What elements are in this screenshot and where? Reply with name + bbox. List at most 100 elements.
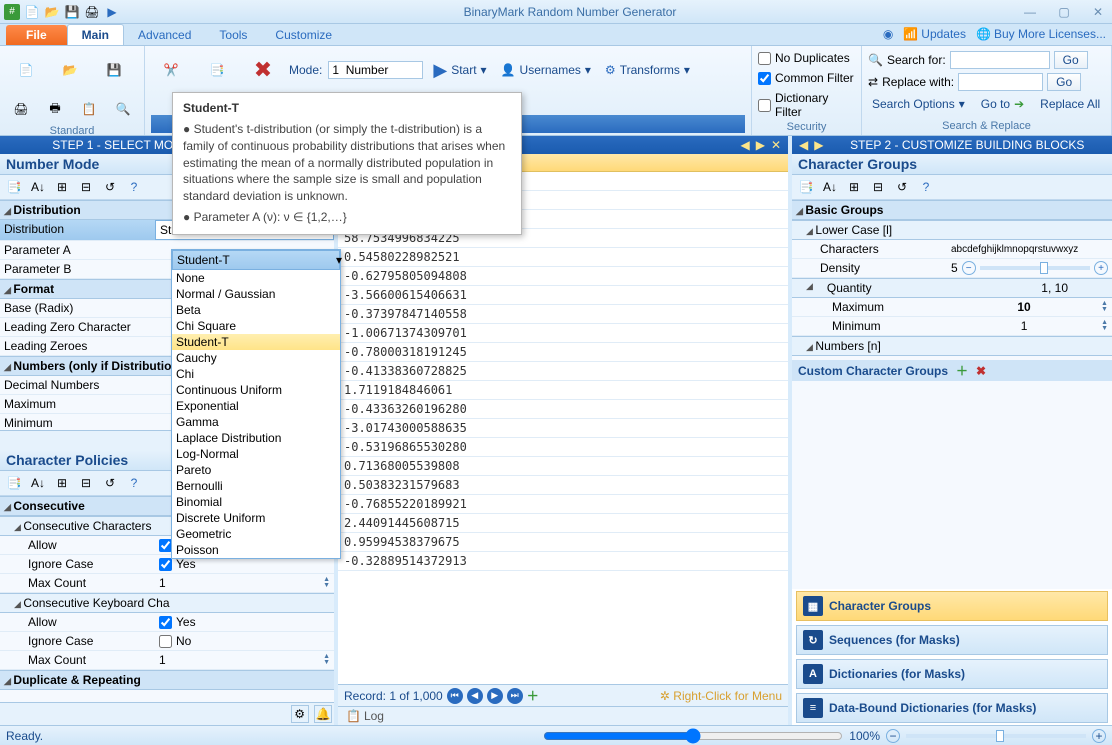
row-max2[interactable]: Max Count1▲▼ bbox=[0, 651, 334, 670]
cat-duplicate[interactable]: Duplicate & Repeating bbox=[0, 670, 334, 690]
dropdown-option[interactable]: Poisson bbox=[172, 542, 340, 558]
dropdown-option[interactable]: Pareto bbox=[172, 462, 340, 478]
prev-record-icon[interactable]: ◀ bbox=[467, 688, 483, 704]
qat-open-icon[interactable]: 📂 bbox=[44, 4, 60, 20]
cat-lower-case[interactable]: Lower Case [l] bbox=[792, 220, 1112, 240]
replace-all-button[interactable]: Replace All bbox=[1036, 95, 1104, 113]
dropdown-option[interactable]: Binomial bbox=[172, 494, 340, 510]
log-tab[interactable]: 📋 Log bbox=[338, 706, 788, 725]
no-duplicates-checkbox[interactable]: No Duplicates bbox=[758, 50, 850, 66]
updates-link[interactable]: 📶Updates bbox=[903, 27, 966, 41]
result-row[interactable]: -0.41338360728825 bbox=[338, 362, 788, 381]
plus-icon[interactable]: + bbox=[1094, 261, 1108, 275]
tool-reset-icon[interactable]: ↺ bbox=[892, 177, 912, 197]
preview-icon[interactable]: 🖶 bbox=[40, 94, 70, 124]
dropdown-option[interactable]: None bbox=[172, 270, 340, 286]
new-icon[interactable]: 📄 bbox=[6, 50, 46, 90]
dropdown-option[interactable]: Cauchy bbox=[172, 350, 340, 366]
help-icon[interactable]: ◉ bbox=[883, 27, 893, 41]
dropdown-input[interactable] bbox=[177, 253, 332, 267]
maximize-icon[interactable]: ▢ bbox=[1054, 5, 1074, 19]
row-ignore2[interactable]: Ignore Case No bbox=[0, 632, 334, 651]
dropdown-option[interactable]: Bernoulli bbox=[172, 478, 340, 494]
delete-icon[interactable]: ✖ bbox=[243, 50, 283, 90]
next-icon[interactable]: ▶ bbox=[811, 138, 826, 152]
first-icon[interactable]: ⏮ bbox=[447, 688, 463, 704]
tool-reset-icon[interactable]: ↺ bbox=[100, 177, 120, 197]
search-options-button[interactable]: Search Options ▾ bbox=[868, 95, 969, 113]
print-icon[interactable]: 🖨 bbox=[6, 94, 36, 124]
qat-save-icon[interactable]: 💾 bbox=[64, 4, 80, 20]
result-row[interactable]: -0.78000318191245 bbox=[338, 343, 788, 362]
tool-help-icon[interactable]: ? bbox=[124, 473, 144, 493]
tool-expand-icon[interactable]: ⊞ bbox=[52, 473, 72, 493]
transforms-button[interactable]: ⚙Transforms ▾ bbox=[601, 61, 694, 79]
open-icon[interactable]: 📂 bbox=[50, 50, 90, 90]
tool-cat-icon[interactable]: 📑 bbox=[796, 177, 816, 197]
mode-select[interactable] bbox=[328, 61, 423, 79]
results-list[interactable]: 0.09176991137131-3.20775970423767-0.8410… bbox=[338, 172, 788, 684]
qat-play-icon[interactable]: ▶ bbox=[104, 4, 120, 20]
tool-collapse-icon[interactable]: ⊟ bbox=[868, 177, 888, 197]
tab-main[interactable]: Main bbox=[67, 24, 124, 45]
row-max1[interactable]: Max Count1▲▼ bbox=[0, 574, 334, 593]
tool-sort-icon[interactable]: A↓ bbox=[28, 473, 48, 493]
section-data-bound[interactable]: ≡Data-Bound Dictionaries (for Masks) bbox=[796, 693, 1108, 723]
bell-icon[interactable]: 🔔 bbox=[314, 705, 332, 723]
result-row[interactable]: 1.7119184846061 bbox=[338, 381, 788, 400]
tool-collapse-icon[interactable]: ⊟ bbox=[76, 177, 96, 197]
add-icon[interactable]: ＋ bbox=[956, 362, 968, 379]
dropdown-option[interactable]: Geometric bbox=[172, 526, 340, 542]
tool-help-icon[interactable]: ? bbox=[124, 177, 144, 197]
section-character-groups[interactable]: ▦Character Groups bbox=[796, 591, 1108, 621]
result-row[interactable]: -0.43363260196280 bbox=[338, 400, 788, 419]
common-filter-checkbox[interactable]: Common Filter bbox=[758, 70, 854, 86]
result-row[interactable]: 2.44091445608715 bbox=[338, 514, 788, 533]
result-row[interactable]: -0.76855220189921 bbox=[338, 495, 788, 514]
dictionary-filter-checkbox[interactable]: Dictionary Filter bbox=[758, 90, 855, 120]
result-row[interactable]: 0.54580228982521 bbox=[338, 248, 788, 267]
section-dictionaries[interactable]: ADictionaries (for Masks) bbox=[796, 659, 1108, 689]
dropdown-option[interactable]: Exponential bbox=[172, 398, 340, 414]
tool-help-icon[interactable]: ? bbox=[916, 177, 936, 197]
dropdown-option[interactable]: Student-T bbox=[172, 334, 340, 350]
distribution-dropdown[interactable]: ▾ NoneNormal / GaussianBetaChi SquareStu… bbox=[171, 249, 341, 559]
save-icon[interactable]: 💾 bbox=[94, 50, 134, 90]
row-density[interactable]: Density5−+ bbox=[792, 259, 1112, 278]
tool-sort-icon[interactable]: A↓ bbox=[28, 177, 48, 197]
row-cg-max[interactable]: Maximum10▲▼ bbox=[792, 298, 1112, 317]
start-button[interactable]: ▶Start ▾ bbox=[429, 58, 490, 83]
tool-reset-icon[interactable]: ↺ bbox=[100, 473, 120, 493]
paste-icon[interactable]: 📋 bbox=[74, 94, 104, 124]
next-record-icon[interactable]: ▶ bbox=[487, 688, 503, 704]
tool-expand-icon[interactable]: ⊞ bbox=[52, 177, 72, 197]
tab-customize[interactable]: Customize bbox=[261, 25, 346, 45]
zoom-out-icon[interactable]: − bbox=[886, 729, 900, 743]
prev-icon[interactable]: ◀ bbox=[796, 138, 811, 152]
tool-collapse-icon[interactable]: ⊟ bbox=[76, 473, 96, 493]
dropdown-option[interactable]: Gamma bbox=[172, 414, 340, 430]
dropdown-option[interactable]: Continuous Uniform bbox=[172, 382, 340, 398]
replace-input[interactable] bbox=[958, 73, 1043, 91]
row-characters[interactable]: Charactersabcdefghijklmnopqrstuvwxyz bbox=[792, 240, 1112, 259]
cat-consec-kbd[interactable]: Consecutive Keyboard Cha bbox=[0, 593, 334, 613]
result-row[interactable]: -3.56600615406631 bbox=[338, 286, 788, 305]
tab-tools[interactable]: Tools bbox=[205, 25, 261, 45]
result-row[interactable]: -0.37397847140558 bbox=[338, 305, 788, 324]
find-icon[interactable]: 🔍 bbox=[108, 94, 138, 124]
copy-icon[interactable]: 📑 bbox=[197, 50, 237, 90]
minus-icon[interactable]: − bbox=[962, 261, 976, 275]
row-cg-min[interactable]: Minimum1▲▼ bbox=[792, 317, 1112, 336]
close-icon[interactable]: ✕ bbox=[1088, 5, 1108, 19]
next-icon[interactable]: ▶ bbox=[753, 138, 768, 152]
result-row[interactable]: 0.71368005539808 bbox=[338, 457, 788, 476]
prev-icon[interactable]: ◀ bbox=[737, 138, 752, 152]
tool-cat-icon[interactable]: 📑 bbox=[4, 473, 24, 493]
section-sequences[interactable]: ↻Sequences (for Masks) bbox=[796, 625, 1108, 655]
cat-quantity[interactable]: Quantity1, 10 bbox=[792, 278, 1112, 298]
goto-button[interactable]: Go to ➔ bbox=[977, 95, 1028, 113]
cut-icon[interactable]: ✂️ bbox=[151, 50, 191, 90]
zoom-in-icon[interactable]: + bbox=[1092, 729, 1106, 743]
result-row[interactable]: -0.53196865530280 bbox=[338, 438, 788, 457]
gear-icon[interactable]: ⚙ bbox=[291, 705, 309, 723]
